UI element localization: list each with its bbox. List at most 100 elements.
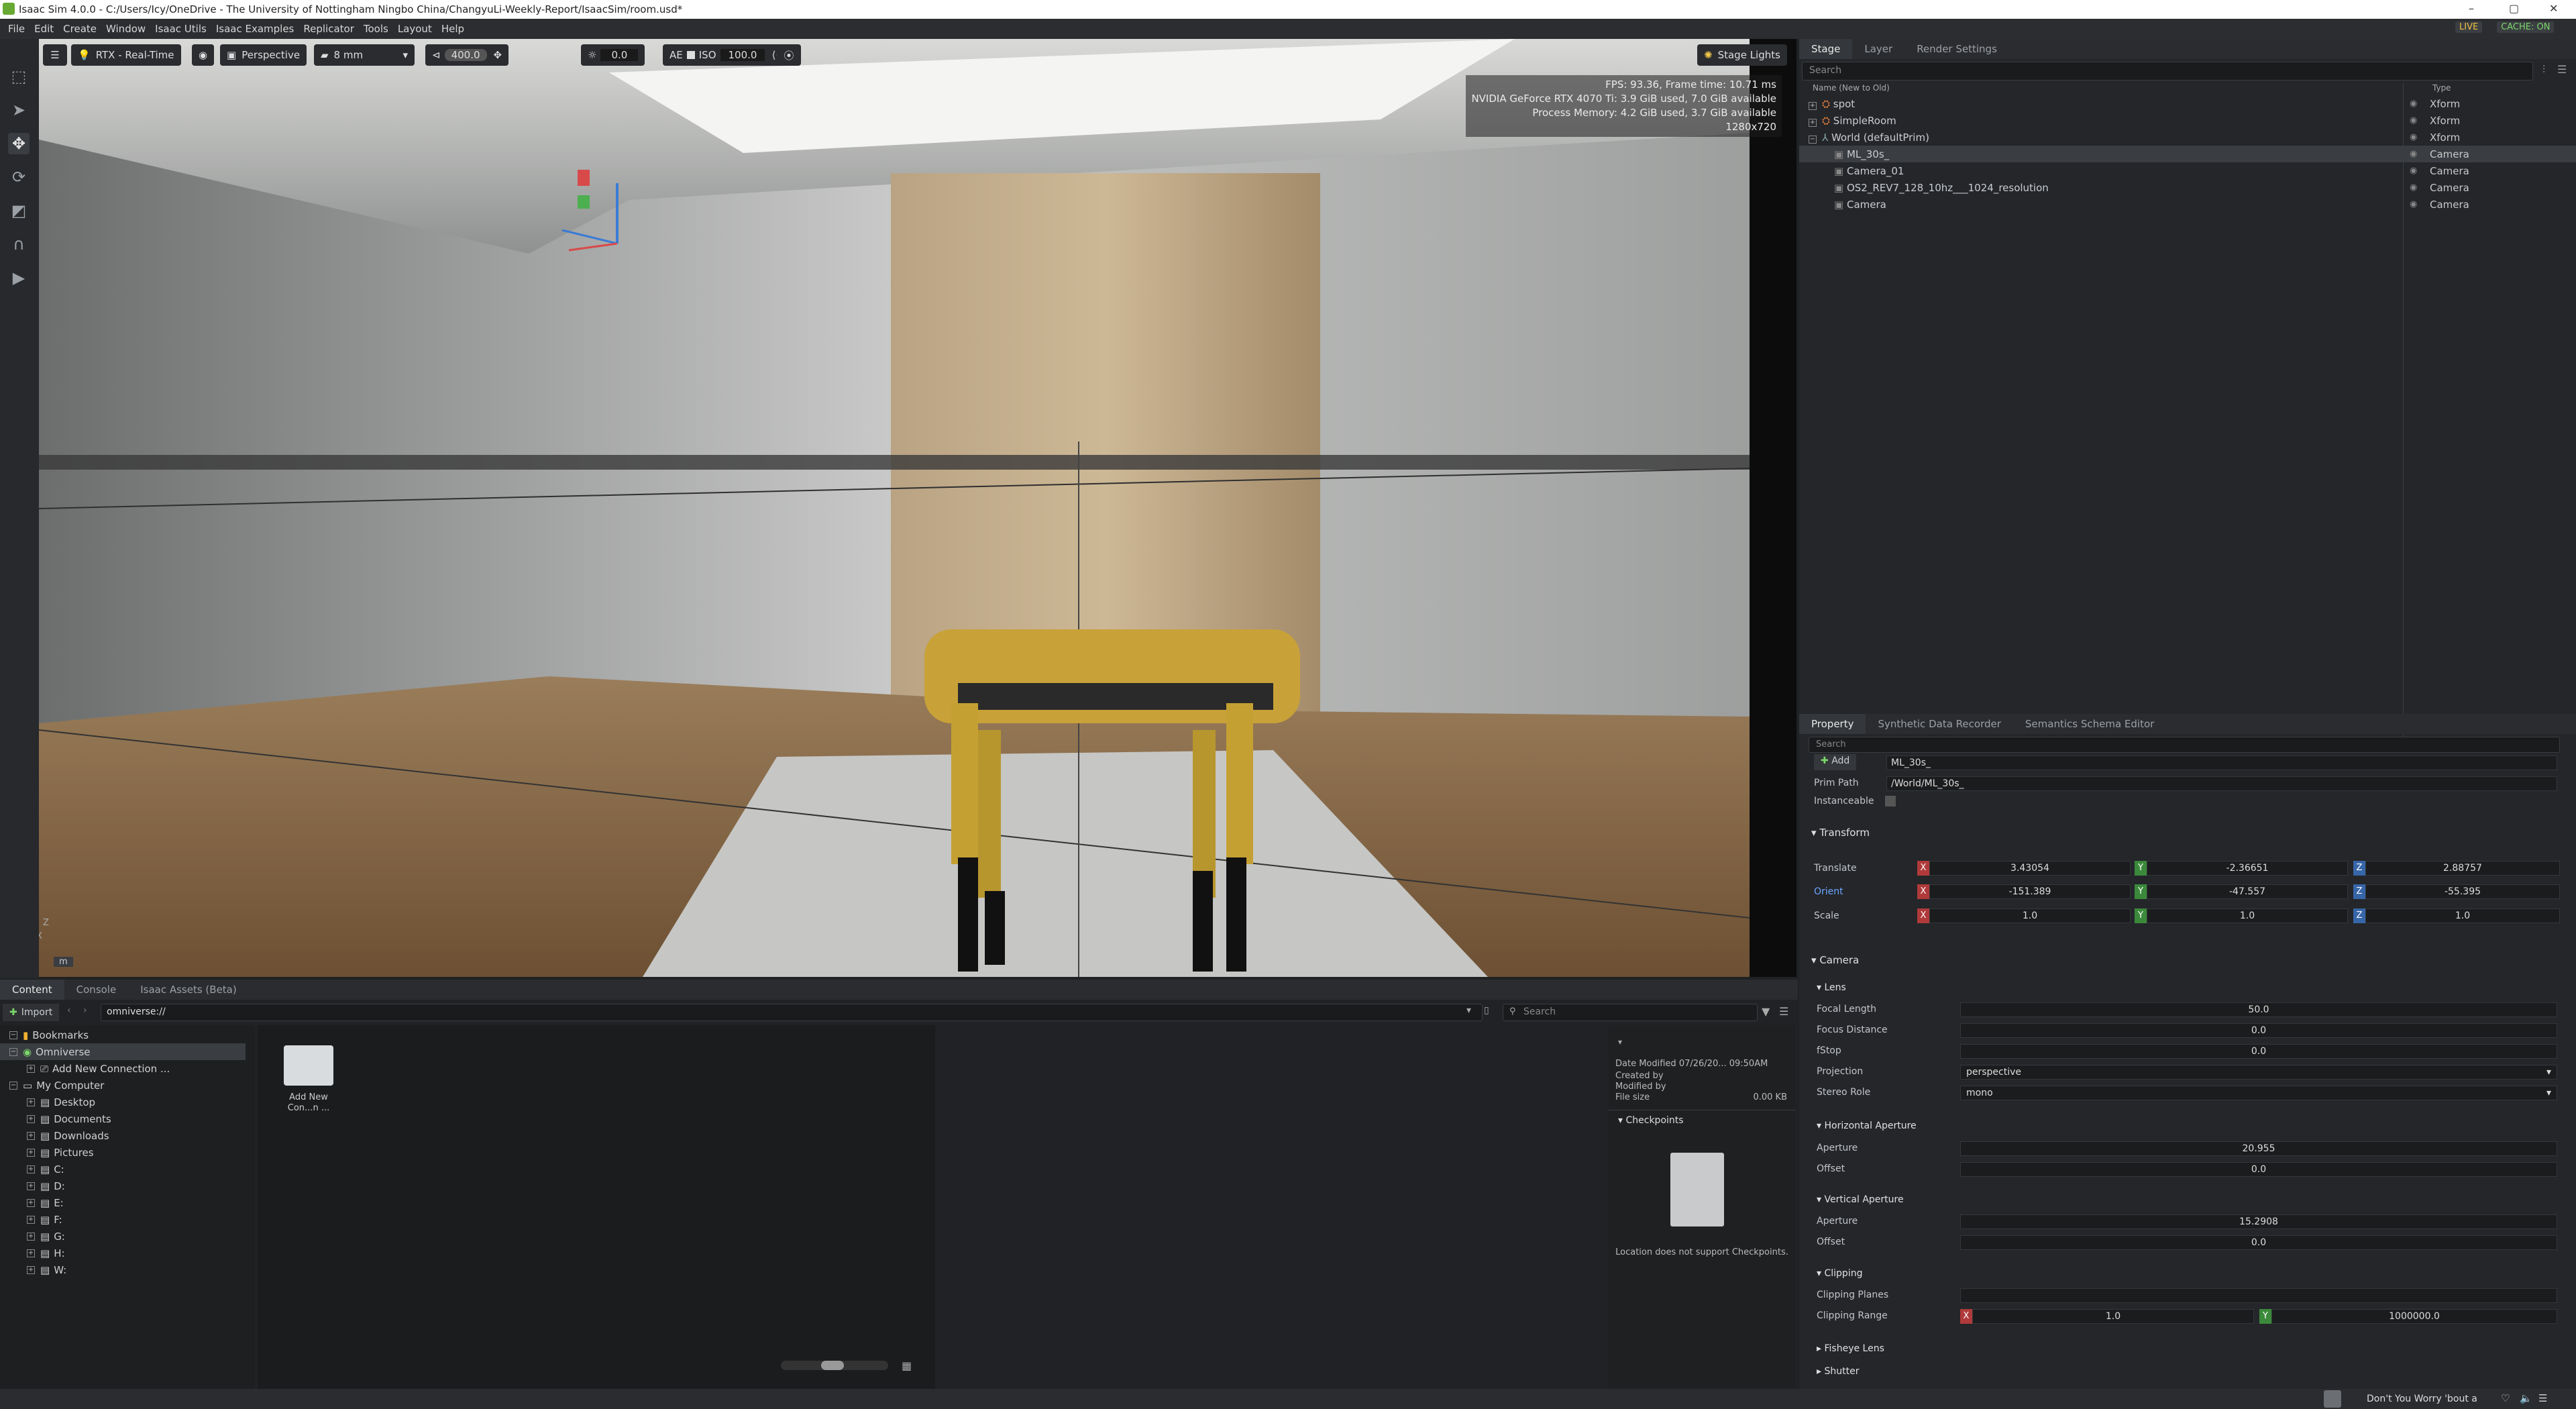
filter-icon[interactable]: ⫶ bbox=[2542, 63, 2545, 76]
minimize-button[interactable]: – bbox=[2469, 2, 2474, 15]
v-offset-field[interactable]: 0.0 bbox=[1960, 1235, 2557, 1250]
menu-replicator[interactable]: Replicator bbox=[303, 23, 354, 35]
fisheye-lens-header[interactable]: ▸ Fisheye Lens bbox=[1817, 1343, 1884, 1354]
tree-drive-c[interactable]: + ▤ C: bbox=[27, 1161, 64, 1178]
menu-isaac-utils[interactable]: Isaac Utils bbox=[155, 23, 207, 35]
tree-add-connection[interactable]: + ⎚ Add New Connection ... bbox=[27, 1060, 170, 1077]
stage-row-camera[interactable]: ▣ Camera ◉ Camera bbox=[1799, 196, 2576, 213]
prim-name-field[interactable]: ML_30s_ bbox=[1886, 755, 2557, 770]
tab-stage[interactable]: Stage bbox=[1799, 39, 1853, 59]
viewport-settings-icon[interactable]: ☰ bbox=[43, 44, 67, 66]
scale-z-field[interactable]: 1.0 bbox=[2365, 908, 2560, 923]
select-icon[interactable]: ⬚ bbox=[8, 66, 30, 87]
cursor-icon[interactable]: ➤ bbox=[8, 99, 30, 121]
tree-bookmarks[interactable]: − ▮ Bookmarks bbox=[9, 1027, 89, 1043]
eye-icon[interactable]: ◉ bbox=[2410, 182, 2417, 193]
stage-row-simpleroom[interactable]: + ⛭ SimpleRoom ◉ Xform bbox=[1799, 112, 2576, 129]
visibility-icon[interactable]: ◉ bbox=[192, 44, 215, 66]
folder-item[interactable]: Add New Con...n ... bbox=[282, 1045, 335, 1126]
h-aperture-field[interactable]: 20.955 bbox=[1960, 1141, 2557, 1156]
property-search-input[interactable]: Search bbox=[1809, 737, 2560, 753]
tab-content[interactable]: Content bbox=[0, 980, 64, 1000]
focus-distance-field[interactable]: 0.0 bbox=[1960, 1023, 2557, 1038]
camera-section-header[interactable]: ▾ Camera bbox=[1811, 954, 1859, 966]
focal-length-field[interactable]: 50.0 bbox=[1960, 1002, 2557, 1017]
menu-create[interactable]: Create bbox=[63, 23, 97, 35]
eye-icon[interactable]: ◉ bbox=[2410, 149, 2417, 159]
tree-my-computer[interactable]: − ▭ My Computer bbox=[9, 1077, 104, 1094]
shutter-header[interactable]: ▸ Shutter bbox=[1817, 1366, 1859, 1377]
stage-row-os2[interactable]: ▣ OS2_REV7_128_10hz___1024_resolution ◉ Ca… bbox=[1799, 179, 2576, 196]
camera-speed[interactable]: ⊲ 400.0 ✥ bbox=[425, 44, 509, 66]
camera-selector[interactable]: ▣ Perspective bbox=[220, 44, 307, 66]
instanceable-checkbox[interactable] bbox=[1885, 796, 1896, 806]
menu-icon[interactable]: ☰ bbox=[2557, 63, 2567, 76]
stage-row-world[interactable]: − ⅄ World (defaultPrim) ◉ Xform bbox=[1799, 129, 2576, 146]
playlist-icon[interactable]: ☰ bbox=[2538, 1392, 2547, 1404]
scale-icon[interactable]: ◩ bbox=[8, 200, 30, 221]
chevron-down-icon[interactable]: ▾ bbox=[1466, 1005, 1471, 1016]
h-offset-field[interactable]: 0.0 bbox=[1960, 1162, 2557, 1177]
tree-drive-e[interactable]: + ▤ E: bbox=[27, 1194, 64, 1211]
heart-icon[interactable]: ♡ bbox=[2501, 1392, 2510, 1404]
exposure-control[interactable]: ☼ 0.0 bbox=[581, 44, 645, 66]
chevron-down-icon[interactable]: ▾ bbox=[1618, 1037, 1622, 1047]
horizontal-aperture-header[interactable]: ▾ Horizontal Aperture bbox=[1817, 1120, 1917, 1131]
live-badge[interactable]: LIVE bbox=[2455, 21, 2483, 33]
orient-x-field[interactable]: -151.389 bbox=[1929, 884, 2131, 899]
tree-drive-w[interactable]: + ▤ W: bbox=[27, 1261, 66, 1278]
now-playing[interactable]: Don't You Worry 'bout a bbox=[2367, 1394, 2477, 1404]
lens-section-header[interactable]: ▾ Lens bbox=[1817, 982, 1846, 993]
menu-window[interactable]: Window bbox=[106, 23, 146, 35]
stage-row-camera-01[interactable]: ▣ Camera_01 ◉ Camera bbox=[1799, 162, 2576, 179]
tab-property[interactable]: Property bbox=[1799, 714, 1866, 734]
stage-row-spot[interactable]: + ⛭ spot ◉ Xform bbox=[1799, 95, 2576, 112]
stereo-role-select[interactable]: mono ▾ bbox=[1960, 1086, 2557, 1100]
fstop-field[interactable]: 0.0 bbox=[1960, 1044, 2557, 1059]
tree-downloads[interactable]: + ▤ Downloads bbox=[27, 1127, 109, 1144]
clip-range-min-field[interactable]: 1.0 bbox=[1972, 1309, 2254, 1324]
tree-desktop[interactable]: + ▤ Desktop bbox=[27, 1094, 95, 1110]
stage-lights-button[interactable]: ✺ Stage Lights bbox=[1697, 44, 1787, 66]
iso-control[interactable]: AE ISO 100.0 ⟨⟨ bbox=[663, 44, 787, 66]
content-search-input[interactable]: Search bbox=[1503, 1004, 1758, 1021]
tree-omniverse[interactable]: − ◉ Omniverse bbox=[0, 1043, 246, 1060]
thumbnail-size-slider[interactable] bbox=[781, 1361, 888, 1370]
menu-isaac-examples[interactable]: Isaac Examples bbox=[216, 23, 294, 35]
viewport[interactable]: ☰ 💡 RTX - Real-Time ◉ ▣ Perspective ▰ 8 mm ▾… bbox=[39, 39, 1796, 977]
prim-path-field[interactable]: /World/ML_30s_ bbox=[1886, 776, 2557, 791]
renderer-selector[interactable]: 💡 RTX - Real-Time bbox=[71, 44, 181, 66]
eye-icon[interactable]: ◉ bbox=[2410, 166, 2417, 176]
add-button[interactable]: ✚ Add bbox=[1814, 754, 1857, 770]
tree-drive-f[interactable]: + ▤ F: bbox=[27, 1211, 62, 1228]
grid-view-icon[interactable]: ▦ bbox=[902, 1359, 912, 1372]
tree-drive-h[interactable]: + ▤ H: bbox=[27, 1245, 65, 1261]
scale-x-field[interactable]: 1.0 bbox=[1929, 908, 2131, 923]
filter-icon[interactable]: ▼ bbox=[1762, 1005, 1770, 1018]
translate-y-field[interactable]: -2.36651 bbox=[2147, 861, 2348, 876]
forward-icon[interactable]: › bbox=[83, 1005, 87, 1016]
focal-selector[interactable]: ▰ 8 mm ▾ bbox=[314, 44, 415, 66]
translate-z-field[interactable]: 2.88757 bbox=[2365, 861, 2560, 876]
tree-drive-d[interactable]: + ▤ D: bbox=[27, 1178, 65, 1194]
tab-synthetic-data-recorder[interactable]: Synthetic Data Recorder bbox=[1866, 714, 2012, 734]
eye-icon[interactable]: ◉ bbox=[2410, 132, 2417, 142]
menu-tools[interactable]: Tools bbox=[364, 23, 388, 35]
tree-pictures[interactable]: + ▤ Pictures bbox=[27, 1144, 94, 1161]
record-icon[interactable]: ⦿ bbox=[777, 44, 801, 66]
menu-icon[interactable]: ☰ bbox=[1779, 1005, 1788, 1018]
cache-badge[interactable]: CACHE: ON bbox=[2497, 21, 2555, 33]
tab-semantics-schema-editor[interactable]: Semantics Schema Editor bbox=[2013, 714, 2166, 734]
v-aperture-field[interactable]: 15.2908 bbox=[1960, 1214, 2557, 1229]
path-input[interactable]: omniverse:// bbox=[101, 1004, 1483, 1021]
scale-y-field[interactable]: 1.0 bbox=[2147, 908, 2348, 923]
projection-select[interactable]: perspective ▾ bbox=[1960, 1065, 2557, 1080]
eye-icon[interactable]: ◉ bbox=[2410, 99, 2417, 109]
tree-documents[interactable]: + ▤ Documents bbox=[27, 1110, 111, 1127]
tab-render-settings[interactable]: Render Settings bbox=[1904, 39, 2009, 59]
ae-checkbox[interactable] bbox=[686, 51, 695, 59]
play-icon[interactable]: ▶ bbox=[8, 267, 30, 289]
translate-x-field[interactable]: 3.43054 bbox=[1929, 861, 2131, 876]
close-button[interactable]: ✕ bbox=[2549, 2, 2558, 15]
tab-isaac-assets[interactable]: Isaac Assets (Beta) bbox=[128, 980, 249, 1000]
